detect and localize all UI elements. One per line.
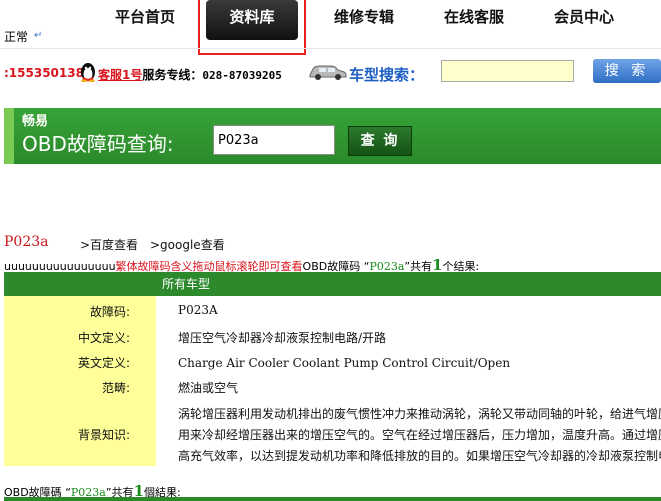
service-link[interactable]: 客服1号	[98, 68, 142, 82]
arrow-icon: ↵	[34, 30, 43, 41]
divider	[0, 48, 661, 49]
search-button[interactable]: 搜 索	[593, 59, 661, 83]
result-code-heading: P023a	[4, 234, 49, 250]
cn-def-label: 中文定义:	[77, 331, 130, 345]
bottom-table-header	[4, 497, 661, 501]
category-value: 燃油或空气	[178, 381, 239, 395]
table-header: 所有车型	[4, 272, 661, 296]
en-def-value: Charge Air Cooler Coolant Pump Control C…	[178, 356, 511, 370]
car-search-label: 车型搜索：	[349, 66, 425, 84]
hotline-number: 028-87039205	[202, 69, 282, 82]
obd-title: OBD故障码查询:	[22, 132, 174, 156]
all-models-label: 所有车型	[162, 277, 211, 291]
background-label: 背景知识:	[77, 428, 130, 442]
google-link[interactable]: >google查看	[150, 236, 225, 253]
background-line-1: 涡轮增压器利用发动机排出的废气惯性冲力来推动涡轮，涡轮又带动同轴的叶轮，给进气增…	[178, 407, 661, 421]
nav-member-center[interactable]: 会员中心	[538, 0, 630, 40]
nav-repair[interactable]: 维修专辑	[318, 0, 410, 40]
category-label: 范畴:	[101, 381, 130, 395]
query-button[interactable]: 查 询	[348, 126, 412, 156]
nav-home[interactable]: 平台首页	[100, 0, 190, 40]
en-def-label: 英文定义:	[77, 356, 130, 370]
baidu-link[interactable]: >百度查看	[80, 236, 138, 253]
background-line-3: 高充气效率，以达到提发动机功率和降低排放的目的。如果增压空气冷却器的冷却液泵控制…	[178, 449, 661, 463]
fault-code-label: 故障码:	[89, 305, 130, 319]
brand-label: 畅易	[22, 114, 49, 129]
cn-def-value: 增压空气冷却器冷却液泵控制电路/开路	[178, 331, 387, 345]
car-icon	[309, 65, 347, 80]
background-line-2: 用来冷却经增压器出来的增压空气的。空气在经过增压器后，压力增加，温度升高。通过增…	[178, 428, 661, 442]
nav-online-service[interactable]: 在线客服	[428, 0, 520, 40]
banner-accent	[4, 108, 14, 164]
highlight-box	[198, 0, 306, 55]
fault-code-value: P023A	[178, 303, 218, 317]
obd-code-input[interactable]	[213, 125, 335, 155]
status-text: 正常	[4, 30, 29, 44]
hotline-label: 服务专线：	[142, 68, 203, 82]
qq-penguin-icon[interactable]	[78, 60, 98, 82]
car-search-input[interactable]	[441, 60, 574, 82]
